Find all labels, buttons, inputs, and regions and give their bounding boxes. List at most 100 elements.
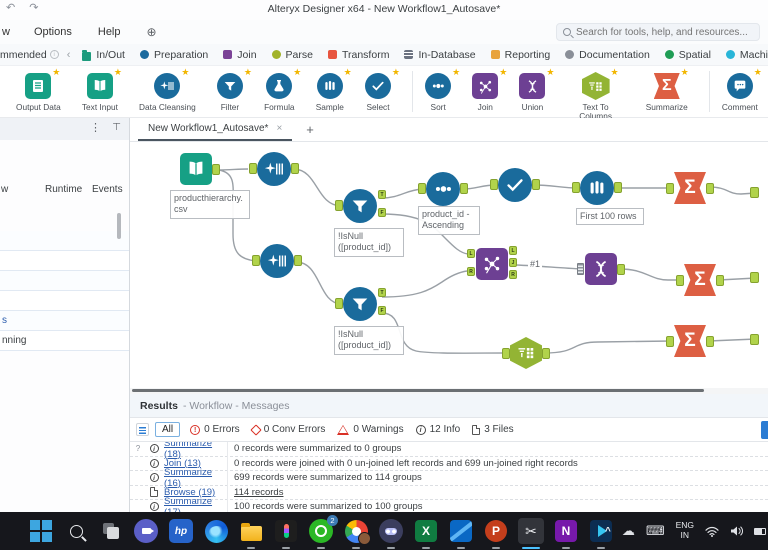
pin-icon[interactable]: ⊤ <box>112 122 121 133</box>
tool-link[interactable]: Summarize (16) <box>164 467 212 489</box>
node-filter-2[interactable]: T F <box>335 287 386 321</box>
menu-view-partial[interactable]: w <box>2 26 10 38</box>
tool-union[interactable]: ★ Union <box>519 67 554 112</box>
canvas-horizontal-scrollbar[interactable] <box>130 388 768 394</box>
tool-formula[interactable]: ★ Formula <box>264 67 301 112</box>
input-anchor[interactable] <box>335 200 343 211</box>
globe-icon[interactable]: ⊕ <box>147 25 157 39</box>
tool-text-to-columns[interactable]: ★ Text To Columns <box>567 67 625 121</box>
output-anchor[interactable] <box>617 264 625 275</box>
myhp-app[interactable]: hp <box>168 518 194 544</box>
onedrive-icon[interactable]: ☁ <box>622 523 635 539</box>
input-anchor[interactable] <box>666 183 674 194</box>
category-parse[interactable]: Parse <box>271 49 313 61</box>
touch-keyboard-icon[interactable]: ⌨ <box>646 523 665 539</box>
powerpoint-app[interactable]: P <box>483 518 509 549</box>
tool-comment[interactable]: ★ Comment <box>708 67 762 113</box>
help-icon[interactable]: ? <box>130 444 146 453</box>
filter-files[interactable]: 3 Files <box>472 424 514 435</box>
wifi-icon[interactable] <box>705 526 719 537</box>
result-row[interactable]: i Summarize (16) 699 records were summar… <box>130 466 768 489</box>
true-output-anchor[interactable]: T <box>378 288 386 297</box>
figma-app[interactable] <box>273 518 299 549</box>
list-view-icon[interactable] <box>136 423 149 436</box>
tool-filter[interactable]: ★ Filter <box>216 67 252 112</box>
tab-events[interactable]: Events <box>92 184 123 195</box>
input-anchor[interactable] <box>335 298 343 309</box>
vscode-app[interactable] <box>448 518 474 549</box>
input-anchor[interactable] <box>252 255 260 266</box>
input-anchor[interactable] <box>418 183 426 194</box>
tool-join[interactable]: ★ Join <box>472 67 507 112</box>
tool-text-input[interactable]: ★ Text Input <box>82 67 122 112</box>
node-select[interactable] <box>490 168 540 202</box>
output-anchor[interactable] <box>212 164 220 175</box>
node-data-cleansing-2[interactable] <box>252 244 302 278</box>
new-workflow-button[interactable]: + <box>306 122 314 141</box>
onenote-app[interactable]: N <box>553 518 579 549</box>
node-sample[interactable] <box>572 171 622 205</box>
tab-runtime[interactable]: Runtime <box>45 184 82 195</box>
output-anchor[interactable] <box>532 179 540 190</box>
left-input-anchor[interactable]: L <box>467 249 475 258</box>
menu-help[interactable]: Help <box>98 26 121 38</box>
node-summarize-3[interactable]: Σ <box>666 325 714 357</box>
tool-data-cleansing[interactable]: ★ Data Cleansing <box>139 67 196 112</box>
teams-meet-app[interactable] <box>133 518 159 544</box>
menu-options[interactable]: Options <box>34 26 72 38</box>
node-data-cleansing-1[interactable] <box>249 152 299 186</box>
excel-app[interactable]: X <box>413 518 439 549</box>
file-explorer[interactable] <box>238 518 264 549</box>
result-message-link[interactable]: 114 records <box>234 487 283 498</box>
chevron-left-icon[interactable]: ‹ <box>67 49 71 61</box>
node-summarize-1[interactable]: Σ <box>666 172 714 204</box>
annotation-sort[interactable]: product_id - Ascending <box>418 206 480 235</box>
input-anchor[interactable] <box>750 334 759 345</box>
category-preparation[interactable]: Preparation <box>139 49 208 61</box>
filter-warnings[interactable]: 0 Warnings <box>337 424 404 435</box>
chrome-browser[interactable] <box>343 518 371 549</box>
category-in-database[interactable]: In-Database <box>404 49 476 61</box>
result-row[interactable]: ? i Summarize (18) 0 records were summar… <box>130 442 768 460</box>
category-spatial[interactable]: Spatial <box>664 49 711 61</box>
settings-row[interactable] <box>0 251 129 271</box>
output-anchor[interactable] <box>706 336 714 347</box>
filter-errors[interactable]: ! 0 Errors <box>190 424 240 435</box>
filter-info[interactable]: i 12 Info <box>415 424 460 435</box>
tool-sample[interactable]: ★ Sample <box>316 67 352 112</box>
node-union[interactable] <box>577 253 625 285</box>
tool-link[interactable]: Summarize (17) <box>164 496 212 512</box>
edge-browser[interactable] <box>203 518 229 544</box>
tool-select[interactable]: ★ Select <box>364 67 400 112</box>
input-anchor[interactable] <box>676 275 684 286</box>
category-reporting[interactable]: Reporting <box>490 49 550 61</box>
panel-scrollbar[interactable] <box>117 213 121 239</box>
workflow-canvas[interactable]: producthierarchy.csv T F !IsNull ([produ… <box>130 142 768 388</box>
tool-summarize[interactable]: ★ Σ Summarize <box>646 67 689 112</box>
annotation-filter-1[interactable]: !IsNull ([product_id]) <box>334 228 404 257</box>
annotation-sample[interactable]: First 100 rows <box>576 208 644 226</box>
volume-icon[interactable] <box>730 525 743 537</box>
battery-icon[interactable] <box>754 527 766 535</box>
category-documentation[interactable]: Documentation <box>565 49 650 61</box>
input-anchor[interactable] <box>572 182 580 193</box>
false-output-anchor[interactable]: F <box>378 208 386 217</box>
settings-row[interactable]: s <box>0 311 129 331</box>
category-recommended-partial[interactable]: mmended <box>0 49 47 61</box>
output-anchor[interactable] <box>716 275 724 286</box>
category-machine-learning[interactable]: Machine Learning <box>725 49 768 61</box>
search-input[interactable] <box>576 26 753 38</box>
category-in-out[interactable]: In/Out <box>82 48 125 61</box>
close-icon[interactable]: × <box>276 123 282 134</box>
category-join[interactable]: Join <box>223 49 257 61</box>
right-input-anchor[interactable]: R <box>467 267 475 276</box>
left-output-anchor[interactable]: L <box>509 246 517 255</box>
snipping-tool-app[interactable]: ✂ <box>518 518 544 549</box>
filter-conv-errors[interactable]: 0 Conv Errors <box>250 423 325 436</box>
workflow-tab[interactable]: New Workflow1_Autosave* × <box>138 118 293 141</box>
result-row[interactable]: i Summarize (17) 100 records were summar… <box>130 495 768 512</box>
output-anchor[interactable] <box>294 255 302 266</box>
whatsapp-app[interactable]: 2 <box>308 515 338 549</box>
filter-bar-more-button[interactable] <box>761 421 768 439</box>
node-filter-1[interactable]: T F <box>335 189 386 223</box>
